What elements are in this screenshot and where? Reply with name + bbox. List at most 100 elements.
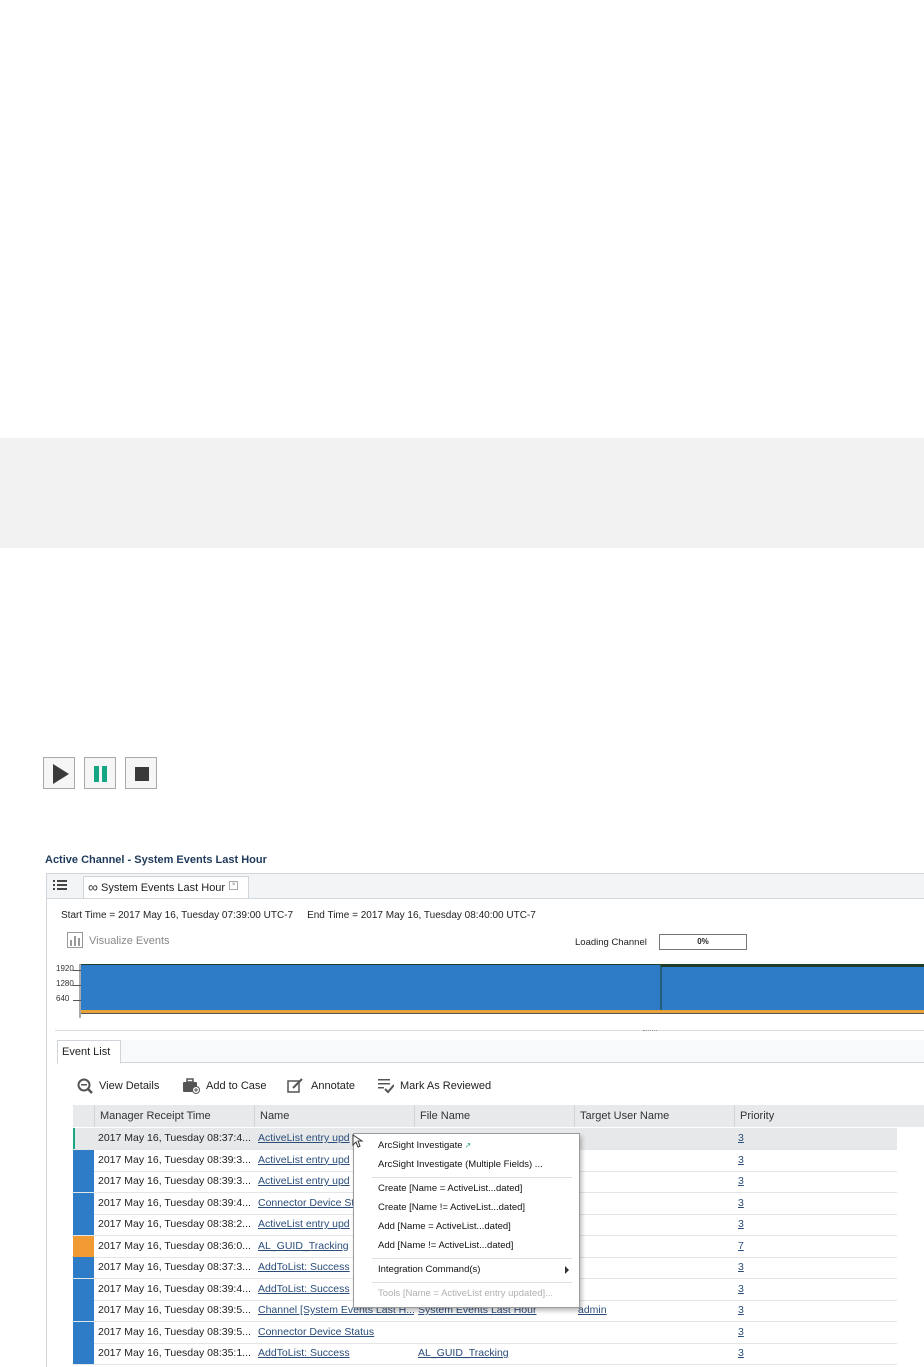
cell-receipt-time: 2017 May 16, Tuesday 08:36:0...: [98, 1239, 251, 1252]
menu-item-add-neq[interactable]: Add [Name != ActiveList...dated]: [378, 1238, 513, 1254]
view-details-label: View Details: [99, 1080, 160, 1092]
cell-target-user[interactable]: [578, 1279, 734, 1300]
column-header-file-name[interactable]: File Name: [414, 1105, 574, 1127]
annotate-button[interactable]: Annotate: [287, 1076, 362, 1096]
column-header-target-user[interactable]: Target User Name: [574, 1105, 734, 1127]
cell-receipt-time: 2017 May 16, Tuesday 08:39:4...: [98, 1282, 251, 1295]
play-button[interactable]: [43, 757, 75, 789]
cell-priority[interactable]: 3: [738, 1128, 778, 1149]
severity-indicator: [73, 1300, 94, 1321]
list-menu-icon[interactable]: [53, 879, 67, 892]
cell-priority[interactable]: 3: [738, 1322, 778, 1343]
close-icon[interactable]: ×: [229, 881, 239, 890]
cell-receipt-time: 2017 May 16, Tuesday 08:39:3...: [98, 1175, 251, 1187]
mark-as-reviewed-label: Mark As Reviewed: [400, 1080, 492, 1092]
menu-item-create-eq[interactable]: Create [Name = ActiveList...dated]: [378, 1181, 522, 1197]
pause-icon: [94, 766, 107, 782]
gray-band: [0, 438, 924, 548]
view-details-button[interactable]: View Details: [77, 1076, 167, 1096]
menu-item-tools: Tools [Name = ActiveList entry updated].…: [378, 1288, 554, 1299]
severity-indicator: [73, 1128, 75, 1149]
cell-receipt-time: 2017 May 16, Tuesday 08:37:3...: [98, 1261, 251, 1273]
y-tick-label: 1280: [56, 979, 74, 988]
visualize-events-button[interactable]: Visualize Events: [67, 932, 170, 948]
loading-label: Loading Channel: [575, 937, 647, 948]
menu-item-create-neq[interactable]: Create [Name != ActiveList...dated]: [378, 1200, 525, 1216]
cell-priority[interactable]: 3: [738, 1171, 778, 1192]
annotate-icon: [287, 1078, 303, 1093]
mark-as-reviewed-button[interactable]: Mark As Reviewed: [378, 1076, 498, 1096]
cell-receipt-time: 2017 May 16, Tuesday 08:39:3...: [98, 1153, 251, 1166]
cell-priority[interactable]: 3: [738, 1279, 778, 1300]
time-range: Start Time = 2017 May 16, Tuesday 07:39:…: [61, 910, 550, 921]
tab-system-events[interactable]: ∞ System Events Last Hour ×: [83, 876, 250, 898]
cell-priority[interactable]: 7: [738, 1236, 778, 1257]
cell-file-name[interactable]: AL_GUID_Tracking: [418, 1343, 574, 1364]
cell-priority[interactable]: 3: [738, 1300, 778, 1321]
pane-splitter[interactable]: [55, 1030, 924, 1035]
cell-target-user[interactable]: [578, 1128, 734, 1149]
cell-target-user[interactable]: [578, 1214, 734, 1235]
severity-indicator: [73, 1192, 94, 1214]
menu-item-integration-commands[interactable]: Integration Command(s): [378, 1262, 480, 1278]
cell-target-user[interactable]: [578, 1343, 734, 1364]
severity-indicator: [73, 1278, 94, 1300]
tab-event-list[interactable]: Event List: [57, 1040, 122, 1064]
play-icon: [53, 764, 69, 784]
cell-priority[interactable]: 3: [738, 1343, 778, 1364]
event-chart: 1920 1280 640: [53, 962, 924, 1022]
cell-name[interactable]: AddToList: Success: [258, 1343, 414, 1364]
channel-tabbar: ∞ System Events Last Hour ×: [47, 874, 924, 899]
splitter-handle[interactable]: [643, 1030, 657, 1033]
column-header-priority[interactable]: Priority: [734, 1105, 894, 1127]
start-time: Start Time = 2017 May 16, Tuesday 07:39:…: [61, 910, 294, 921]
area-bottom-band: [81, 1010, 924, 1013]
severity-indicator: [73, 1171, 94, 1192]
menu-item-investigate-multiple[interactable]: ArcSight Investigate (Multiple Fields) .…: [378, 1157, 543, 1173]
cell-priority[interactable]: 3: [738, 1214, 778, 1235]
severity-indicator: [73, 1235, 94, 1257]
cell-target-user[interactable]: [578, 1150, 734, 1171]
visualize-label: Visualize Events: [89, 935, 170, 947]
severity-indicator: [73, 1214, 94, 1235]
severity-indicator: [73, 1343, 94, 1364]
cell-target-user[interactable]: admin: [578, 1300, 734, 1321]
cell-priority[interactable]: 3: [738, 1193, 778, 1214]
loading-progress: 0%: [659, 934, 747, 950]
cell-target-user[interactable]: [578, 1322, 734, 1343]
annotate-label: Annotate: [311, 1080, 356, 1092]
checklist-icon: [378, 1079, 394, 1094]
severity-indicator: [73, 1257, 94, 1278]
cell-receipt-time: 2017 May 16, Tuesday 08:39:5...: [98, 1304, 251, 1316]
column-header-name[interactable]: Name: [254, 1105, 414, 1127]
mouse-cursor-icon: [352, 1134, 364, 1148]
cell-name[interactable]: Connector Device Status: [258, 1322, 414, 1343]
submenu-arrow-icon: [565, 1266, 569, 1274]
column-header-receipt-time[interactable]: Manager Receipt Time: [94, 1105, 254, 1127]
cell-target-user[interactable]: [578, 1193, 734, 1214]
cell-priority[interactable]: 3: [738, 1150, 778, 1171]
magnifier-icon: [77, 1078, 93, 1094]
cell-file-name[interactable]: [418, 1322, 574, 1343]
add-to-case-button[interactable]: Add to Case: [182, 1076, 272, 1096]
stop-icon: [135, 767, 149, 781]
y-tick-label: 1920: [56, 964, 74, 973]
cell-priority[interactable]: 3: [738, 1257, 778, 1278]
stop-button[interactable]: [125, 757, 157, 789]
table-row[interactable]: 2017 May 16, Tuesday 08:39:5... Connector…: [73, 1321, 897, 1344]
cell-receipt-time: 2017 May 16, Tuesday 08:39:4...: [98, 1196, 251, 1209]
infinity-icon: ∞: [88, 879, 98, 895]
channel-heading: Active Channel - System Events Last Hour: [45, 854, 267, 866]
cell-receipt-time: 2017 May 16, Tuesday 08:37:4...: [98, 1132, 251, 1144]
menu-item-arcsight-investigate[interactable]: ArcSight Investigate ↗: [378, 1138, 471, 1154]
table-header: Manager Receipt Time Name File Name Targ…: [73, 1105, 924, 1127]
pause-button[interactable]: [84, 757, 116, 789]
cell-receipt-time: 2017 May 16, Tuesday 08:35:1...: [98, 1347, 251, 1359]
menu-item-add-eq[interactable]: Add [Name = ActiveList...dated]: [378, 1219, 511, 1235]
cell-target-user[interactable]: [578, 1171, 734, 1192]
external-link-icon: ↗: [464, 1141, 472, 1150]
cell-target-user[interactable]: [578, 1257, 734, 1278]
table-row[interactable]: 2017 May 16, Tuesday 08:35:1... AddToList…: [73, 1343, 897, 1365]
cell-target-user[interactable]: [578, 1236, 734, 1257]
cell-receipt-time: 2017 May 16, Tuesday 08:38:2...: [98, 1218, 251, 1230]
